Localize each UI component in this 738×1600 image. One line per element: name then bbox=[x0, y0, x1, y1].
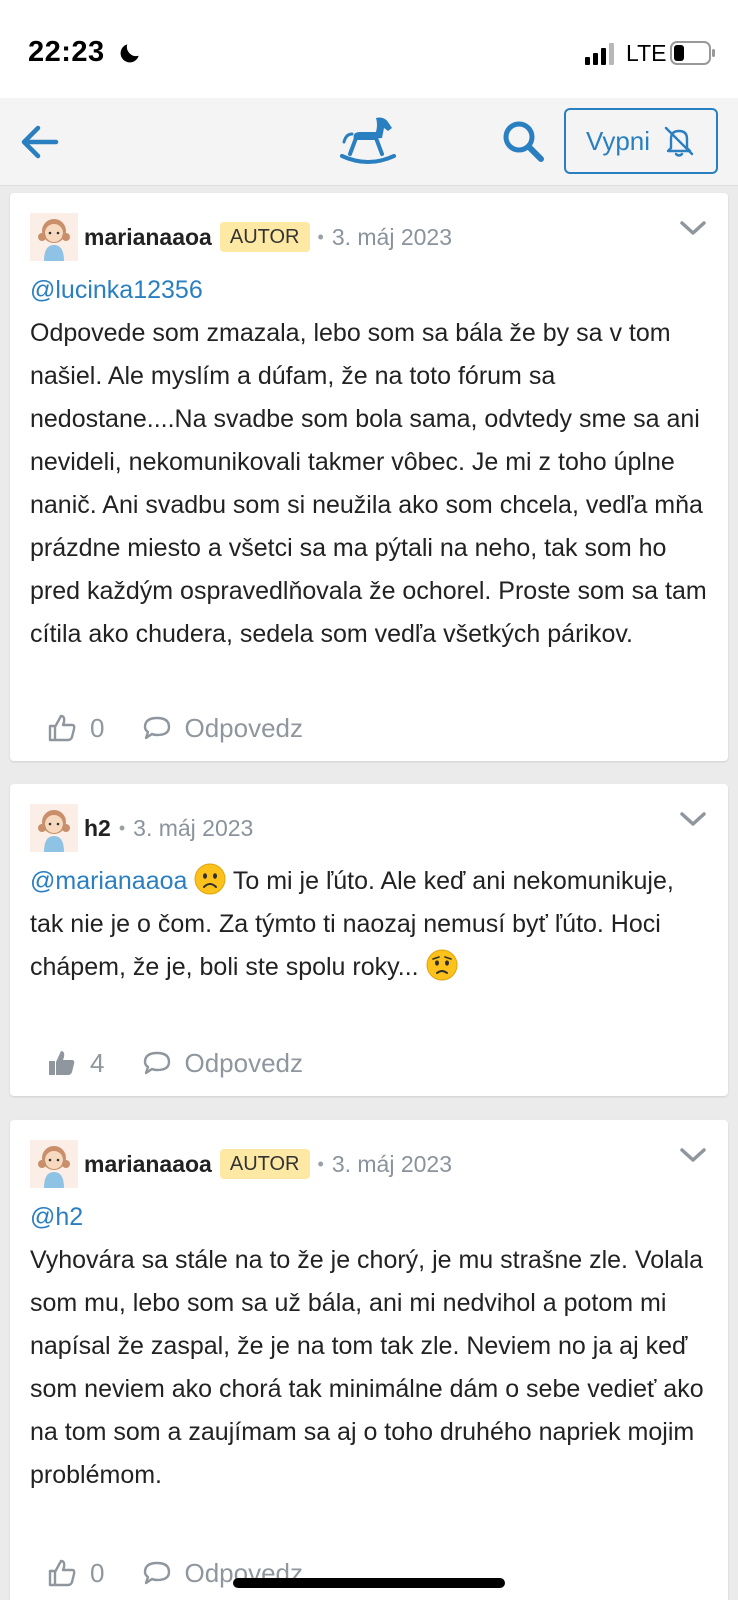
author-badge: AUTOR bbox=[219, 222, 310, 252]
speech-bubble-icon bbox=[144, 1051, 171, 1075]
comment-actions: 4 Odpovedz bbox=[10, 1030, 728, 1096]
comment-actions: 0 Odpovedz bbox=[10, 695, 728, 761]
thumb-up-outline-icon bbox=[48, 714, 76, 742]
signal-icon bbox=[585, 43, 614, 65]
comment-card: marianaaoa AUTOR • 3. máj 2023 @lucinka1… bbox=[10, 193, 728, 761]
comment-actions: 0 Odpovedz bbox=[10, 1540, 728, 1600]
separator-dot: • bbox=[317, 227, 324, 247]
speech-bubble-icon bbox=[144, 716, 171, 740]
like-button[interactable]: 4 bbox=[46, 1047, 104, 1079]
comment-body: @lucinka12356 Odpovede som zmazala, lebo… bbox=[10, 269, 728, 656]
reply-label: Odpovedz bbox=[184, 1047, 303, 1078]
mute-notifications-button[interactable]: Vypni bbox=[564, 108, 718, 174]
moon-icon bbox=[120, 44, 139, 63]
author-name[interactable]: marianaaoa bbox=[84, 220, 212, 254]
avatar[interactable] bbox=[30, 213, 78, 261]
comment-meta: marianaaoa AUTOR • 3. máj 2023 bbox=[84, 220, 452, 254]
chevron-down-icon[interactable] bbox=[678, 1144, 708, 1166]
home-indicator[interactable] bbox=[233, 1578, 505, 1588]
reply-button[interactable]: Odpovedz bbox=[142, 713, 303, 744]
thumb-up-filled-icon bbox=[49, 1051, 75, 1075]
status-bar: 22:23 LTE bbox=[0, 0, 738, 98]
app-header: Vypni bbox=[0, 98, 738, 186]
speech-bubble-icon bbox=[144, 1561, 171, 1585]
arrow-left-icon[interactable] bbox=[16, 118, 64, 166]
thumb-up-outline-icon bbox=[48, 1559, 76, 1587]
comment-body: @marianaaoa To mi je ľúto. Ale keď ani n… bbox=[10, 860, 728, 989]
worried-face-emoji bbox=[426, 949, 458, 981]
chevron-down-icon[interactable] bbox=[678, 217, 708, 239]
author-name[interactable]: marianaaoa bbox=[84, 1147, 212, 1181]
comment-text: Odpovede som zmazala, lebo som sa bála ž… bbox=[30, 319, 707, 648]
battery-icon bbox=[670, 41, 715, 65]
search-icon[interactable] bbox=[500, 118, 546, 164]
avatar[interactable] bbox=[30, 1140, 78, 1188]
comment-date: 3. máj 2023 bbox=[133, 815, 254, 841]
like-count: 0 bbox=[90, 1557, 105, 1588]
comment-date: 3. máj 2023 bbox=[331, 224, 453, 250]
like-button[interactable]: 0 bbox=[46, 1557, 104, 1589]
comment-meta: marianaaoa AUTOR • 3. máj 2023 bbox=[84, 1147, 452, 1181]
mute-button-label: Vypni bbox=[585, 125, 651, 156]
comment-meta: h2 • 3. máj 2023 bbox=[84, 811, 253, 845]
like-count: 0 bbox=[90, 712, 105, 743]
comment-card: h2 • 3. máj 2023 @marianaaoa To mi je ľú… bbox=[10, 784, 728, 1096]
separator-dot: • bbox=[118, 818, 126, 838]
like-count: 4 bbox=[90, 1047, 105, 1078]
mention-link[interactable]: @marianaaoa bbox=[30, 867, 187, 895]
author-name[interactable]: h2 bbox=[84, 811, 111, 845]
rocking-horse-icon[interactable] bbox=[336, 112, 400, 168]
like-button[interactable]: 0 bbox=[46, 712, 104, 744]
status-time: 22:23 bbox=[28, 36, 105, 68]
avatar[interactable] bbox=[30, 804, 78, 852]
frowning-face-emoji bbox=[194, 863, 226, 895]
author-badge: AUTOR bbox=[219, 1149, 310, 1179]
comment-body: @h2 Vyhovára sa stále na to že je chorý,… bbox=[10, 1196, 728, 1497]
comment-date: 3. máj 2023 bbox=[331, 1151, 453, 1177]
chevron-down-icon[interactable] bbox=[678, 808, 708, 830]
mention-link[interactable]: @lucinka12356 bbox=[30, 269, 710, 312]
separator-dot: • bbox=[317, 1154, 324, 1174]
mention-link[interactable]: @h2 bbox=[30, 1196, 710, 1239]
comment-text: Vyhovára sa stále na to že je chorý, je … bbox=[30, 1246, 704, 1489]
bell-off-icon bbox=[664, 126, 694, 157]
reply-button[interactable]: Odpovedz bbox=[142, 1048, 303, 1079]
reply-label: Odpovedz bbox=[184, 712, 303, 743]
comment-card: marianaaoa AUTOR • 3. máj 2023 @h2 Vyhov… bbox=[10, 1120, 728, 1600]
network-label: LTE bbox=[626, 40, 667, 66]
